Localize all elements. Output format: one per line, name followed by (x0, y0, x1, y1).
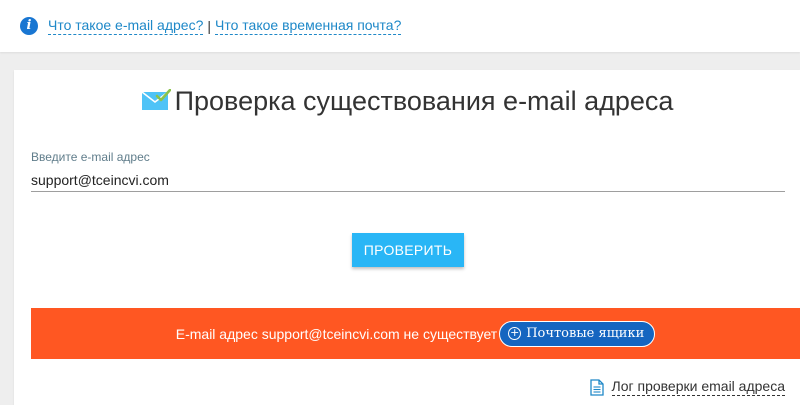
document-icon (589, 378, 604, 396)
what-is-email-link[interactable]: Что такое e-mail адрес? (48, 17, 204, 35)
email-check-card: Проверка существования e-mail адреса Вве… (14, 70, 800, 405)
info-icon: i (20, 17, 38, 35)
what-is-temp-mail-link[interactable]: Что такое временная почта? (215, 17, 402, 35)
email-input[interactable] (31, 168, 785, 192)
page-title: Проверка существования e-mail адреса (174, 86, 674, 116)
mailboxes-button[interactable]: + Почтовые ящики (499, 320, 656, 347)
mail-check-icon (141, 88, 171, 110)
plus-circle-icon: + (508, 326, 522, 340)
log-row: Лог проверки email адреса (589, 378, 785, 396)
help-links-card: i Что такое e-mail адрес? | Что такое вр… (0, 0, 800, 52)
check-button[interactable]: ПРОВЕРИТЬ (352, 233, 464, 267)
title-row: Проверка существования e-mail адреса (14, 86, 800, 117)
check-log-link[interactable]: Лог проверки email адреса (611, 378, 785, 396)
mailboxes-button-label: Почтовые ящики (526, 326, 645, 341)
link-separator: | (207, 18, 212, 34)
result-alert: E-mail адрес support@tceincvi.com не сущ… (31, 308, 800, 359)
email-field-label: Введите e-mail адрес (31, 150, 150, 164)
result-message: E-mail адрес support@tceincvi.com не сущ… (175, 325, 498, 342)
